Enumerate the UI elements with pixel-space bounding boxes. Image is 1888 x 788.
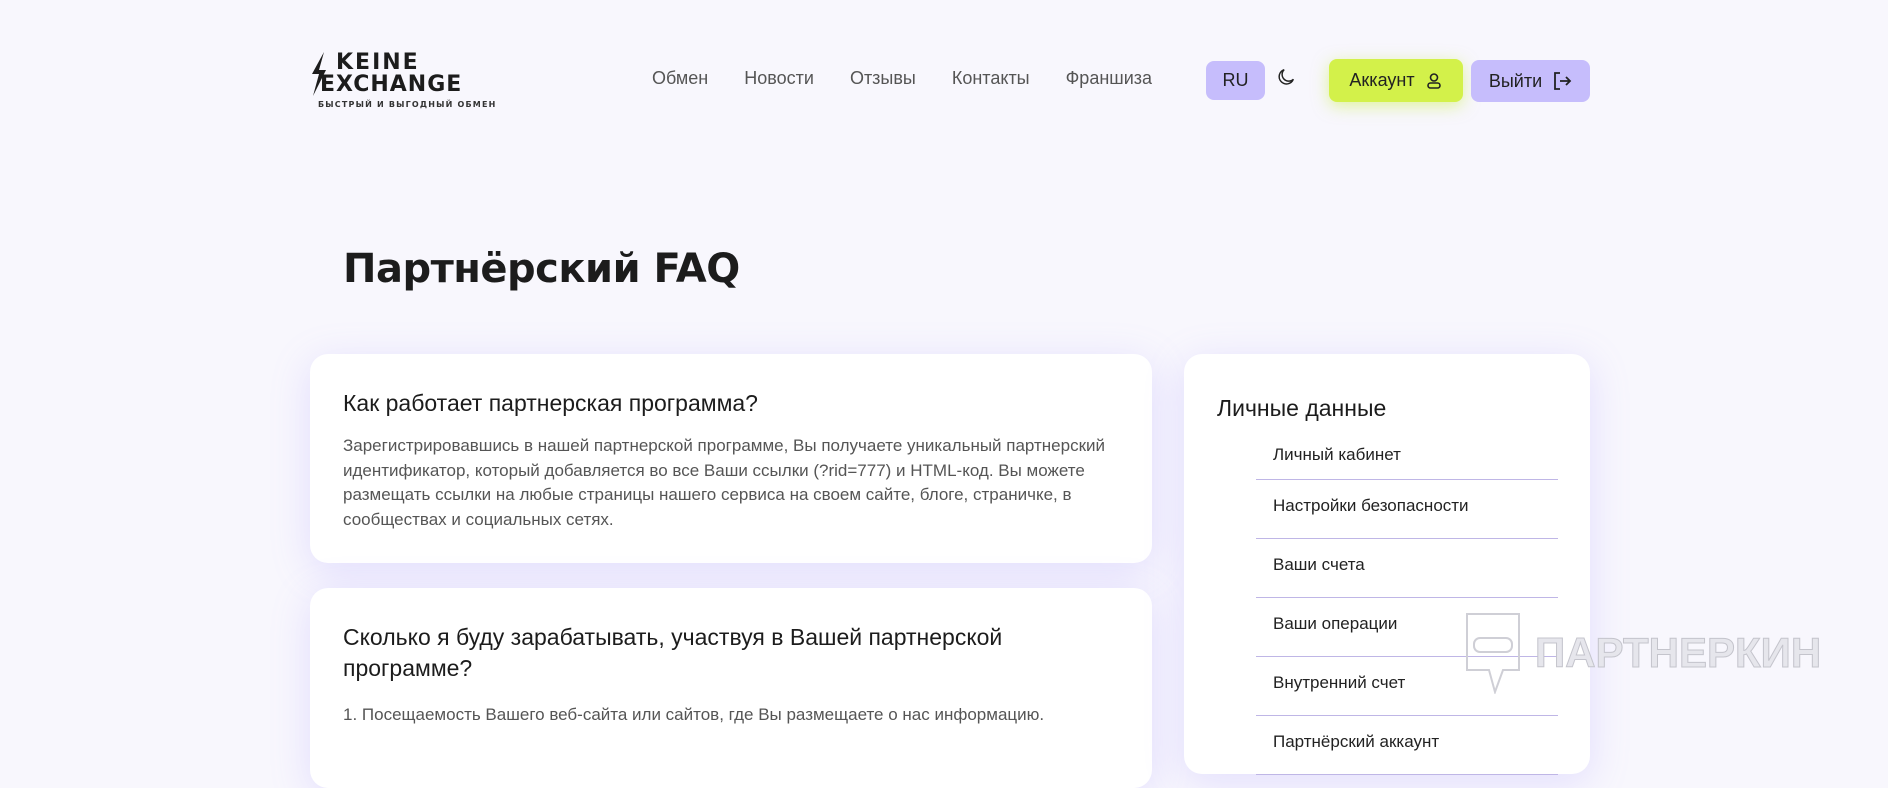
faq-question: Как работает партнерская программа? — [343, 390, 758, 416]
nav-news[interactable]: Новости — [744, 68, 814, 89]
faq-card: Сколько я буду зарабатывать, участвуя в … — [310, 588, 1152, 788]
watermark-logo-icon — [1466, 613, 1520, 694]
logo-line2: EXCHANGE — [320, 72, 463, 97]
sidebar-card: Личные данные Личный кабинет Настройки б… — [1184, 354, 1590, 775]
sidebar-item-partner-account[interactable]: Партнёрский аккаунт — [1256, 716, 1558, 775]
main-nav: Обмен Новости Отзывы Контакты Франшиза — [652, 68, 1152, 89]
page-title: Партнёрский FAQ — [343, 246, 740, 292]
faq-card: Как работает партнерская программа? Заре… — [310, 354, 1152, 563]
language-label: RU — [1222, 70, 1249, 90]
logo[interactable]: KEINE EXCHANGE БЫСТРЫЙ И ВЫГОДНЫЙ ОБМЕН — [310, 50, 500, 110]
sidebar-menu: Личный кабинет Настройки безопасности Ва… — [1256, 444, 1558, 775]
moon-icon[interactable] — [1275, 66, 1297, 88]
sidebar-item-accounts[interactable]: Ваши счета — [1256, 539, 1558, 598]
nav-reviews[interactable]: Отзывы — [850, 68, 916, 89]
nav-franchise[interactable]: Франшиза — [1066, 68, 1152, 89]
logout-label: Выйти — [1488, 70, 1543, 91]
account-button[interactable]: Аккаунт — [1329, 59, 1463, 102]
user-icon — [1426, 72, 1441, 89]
faq-question: Сколько я буду зарабатывать, участвуя в … — [343, 624, 1003, 681]
watermark-text: ПАРТНЕРКИН — [1534, 629, 1822, 677]
logout-icon — [1554, 72, 1572, 90]
sidebar-item-security[interactable]: Настройки безопасности — [1256, 480, 1558, 539]
logout-button[interactable]: Выйти — [1471, 60, 1590, 102]
sidebar-title: Личные данные — [1217, 395, 1387, 421]
faq-answer: Зарегистрировавшись в нашей партнерской … — [343, 436, 1106, 529]
watermark: ПАРТНЕРКИН — [1465, 612, 1822, 694]
faq-answer: 1. Посещаемость Вашего веб-сайта или сай… — [343, 705, 1045, 724]
logo-tagline: БЫСТРЫЙ И ВЫГОДНЫЙ ОБМЕН — [318, 100, 497, 109]
nav-contacts[interactable]: Контакты — [952, 68, 1030, 89]
account-label: Аккаунт — [1349, 70, 1415, 90]
sidebar-item-dashboard[interactable]: Личный кабинет — [1256, 444, 1558, 480]
nav-exchange[interactable]: Обмен — [652, 68, 708, 89]
language-button[interactable]: RU — [1206, 61, 1265, 100]
